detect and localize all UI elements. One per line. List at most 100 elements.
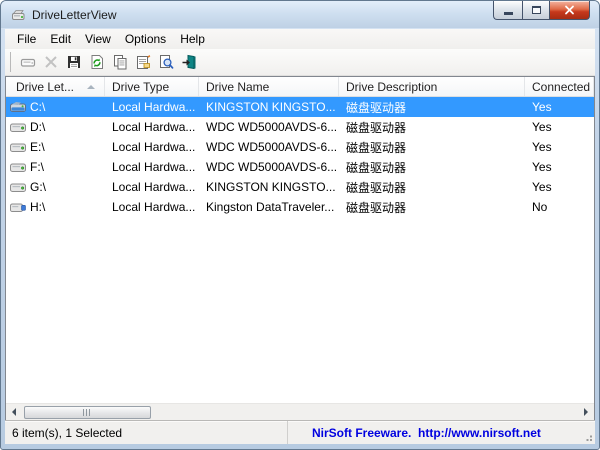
drive-type-cell: Local Hardwa... — [105, 117, 199, 137]
close-icon — [564, 5, 575, 15]
app-window: DriveLetterView File Edit View Options H… — [0, 0, 600, 450]
connected-cell: Yes — [525, 137, 594, 157]
drive-icon — [10, 121, 26, 134]
drive-description-cell: 磁盘驱动器 — [339, 117, 525, 137]
column-header-drive-name[interactable]: Drive Name — [199, 77, 339, 96]
refresh-icon — [89, 54, 105, 70]
column-header-drive-letter[interactable]: Drive Let... — [6, 77, 105, 96]
minimize-icon — [504, 12, 513, 15]
column-header-connected[interactable]: Connected — [525, 77, 594, 96]
sort-ascending-icon — [87, 85, 95, 89]
minimize-button[interactable] — [493, 1, 522, 20]
refresh-button[interactable] — [85, 51, 108, 73]
table-row[interactable]: C:\ Local Hardwa... KINGSTON KINGSTO... … — [6, 97, 594, 117]
menu-view[interactable]: View — [78, 30, 118, 48]
horizontal-scrollbar[interactable] — [6, 403, 594, 420]
drive-letter-cell: E:\ — [30, 140, 45, 154]
find-button[interactable] — [154, 51, 177, 73]
save-button[interactable] — [62, 51, 85, 73]
status-bar: 6 item(s), 1 Selected NirSoft Freeware. … — [5, 420, 595, 444]
menu-bar: File Edit View Options Help — [5, 29, 595, 49]
nirsoft-link[interactable]: NirSoft Freeware. http://www.nirsoft.net — [312, 426, 541, 440]
drive-description-cell: 磁盘驱动器 — [339, 197, 525, 217]
drive-name-cell: KINGSTON KINGSTO... — [199, 177, 339, 197]
connected-cell: Yes — [525, 117, 594, 137]
drive-icon — [10, 181, 26, 194]
toolbar — [5, 49, 595, 76]
table-row[interactable]: G:\ Local Hardwa... KINGSTON KINGSTO... … — [6, 177, 594, 197]
drive-name-cell: Kingston DataTraveler... — [199, 197, 339, 217]
drive-letter-cell: C:\ — [30, 100, 45, 114]
window-controls — [493, 1, 590, 20]
drive-name-cell: KINGSTON KINGSTO... — [199, 97, 339, 117]
table-row[interactable]: E:\ Local Hardwa... WDC WD5000AVDS-6... … — [6, 137, 594, 157]
delete-button[interactable] — [39, 51, 62, 73]
properties-icon — [135, 54, 151, 70]
menu-options[interactable]: Options — [118, 30, 173, 48]
drive-letter-cell: F:\ — [30, 160, 44, 174]
scrollbar-grip-icon — [83, 409, 92, 416]
drive-letter-cell: H:\ — [30, 200, 45, 214]
drive-icon — [10, 161, 26, 174]
drive-letter-cell: G:\ — [30, 180, 46, 194]
drive-name-cell: WDC WD5000AVDS-6... — [199, 137, 339, 157]
exit-door-icon — [181, 54, 197, 70]
drive-type-cell: Local Hardwa... — [105, 177, 199, 197]
drive-description-cell: 磁盘驱动器 — [339, 137, 525, 157]
drive-type-cell: Local Hardwa... — [105, 197, 199, 217]
scrollbar-thumb[interactable] — [24, 406, 151, 419]
title-bar[interactable]: DriveLetterView — [1, 1, 599, 28]
drive-letter-app-icon — [10, 7, 26, 23]
drive-icon — [10, 101, 26, 114]
table-row[interactable]: F:\ Local Hardwa... WDC WD5000AVDS-6... … — [6, 157, 594, 177]
drive-letter-cell: D:\ — [30, 120, 45, 134]
close-button[interactable] — [550, 1, 590, 20]
scroll-right-icon — [584, 408, 588, 416]
column-header-drive-type[interactable]: Drive Type — [105, 77, 199, 96]
column-header-drive-description[interactable]: Drive Description — [339, 77, 525, 96]
table-row[interactable]: D:\ Local Hardwa... WDC WD5000AVDS-6... … — [6, 117, 594, 137]
change-drive-letter-button[interactable] — [16, 51, 39, 73]
drive-type-cell: Local Hardwa... — [105, 137, 199, 157]
find-icon — [158, 54, 174, 70]
delete-x-icon — [43, 54, 59, 70]
drive-name-cell: WDC WD5000AVDS-6... — [199, 117, 339, 137]
drive-icon — [20, 54, 36, 70]
menu-edit[interactable]: Edit — [43, 30, 78, 48]
copy-icon — [112, 54, 128, 70]
list-header: Drive Let... Drive Type Drive Name Drive… — [6, 77, 594, 97]
client-area: File Edit View Options Help — [5, 29, 595, 444]
maximize-icon — [532, 6, 541, 14]
drive-icon — [10, 201, 26, 214]
drive-icon — [10, 141, 26, 154]
drive-description-cell: 磁盘驱动器 — [339, 97, 525, 117]
save-icon — [66, 54, 82, 70]
connected-cell: Yes — [525, 97, 594, 117]
drive-type-cell: Local Hardwa... — [105, 157, 199, 177]
list-empty-area — [6, 217, 594, 403]
connected-cell: Yes — [525, 177, 594, 197]
drive-description-cell: 磁盘驱动器 — [339, 177, 525, 197]
menu-help[interactable]: Help — [173, 30, 212, 48]
drive-type-cell: Local Hardwa... — [105, 97, 199, 117]
drive-list: Drive Let... Drive Type Drive Name Drive… — [5, 76, 595, 420]
exit-button[interactable] — [177, 51, 200, 73]
connected-cell: No — [525, 197, 594, 217]
status-right-pane: NirSoft Freeware. http://www.nirsoft.net — [288, 421, 595, 444]
column-label: Drive Let... — [16, 80, 74, 94]
window-title: DriveLetterView — [32, 8, 116, 22]
menu-file[interactable]: File — [10, 30, 43, 48]
scroll-left-icon — [12, 408, 16, 416]
table-row[interactable]: H:\ Local Hardwa... Kingston DataTravele… — [6, 197, 594, 217]
drive-name-cell: WDC WD5000AVDS-6... — [199, 157, 339, 177]
properties-button[interactable] — [131, 51, 154, 73]
scroll-right-button[interactable] — [578, 404, 594, 420]
scroll-left-button[interactable] — [6, 404, 22, 420]
connected-cell: Yes — [525, 157, 594, 177]
resize-grip[interactable] — [583, 432, 593, 442]
maximize-button[interactable] — [522, 1, 550, 20]
app-icon[interactable] — [10, 7, 26, 23]
toolbar-grip — [10, 52, 11, 72]
status-selection-count: 6 item(s), 1 Selected — [5, 421, 288, 444]
copy-button[interactable] — [108, 51, 131, 73]
